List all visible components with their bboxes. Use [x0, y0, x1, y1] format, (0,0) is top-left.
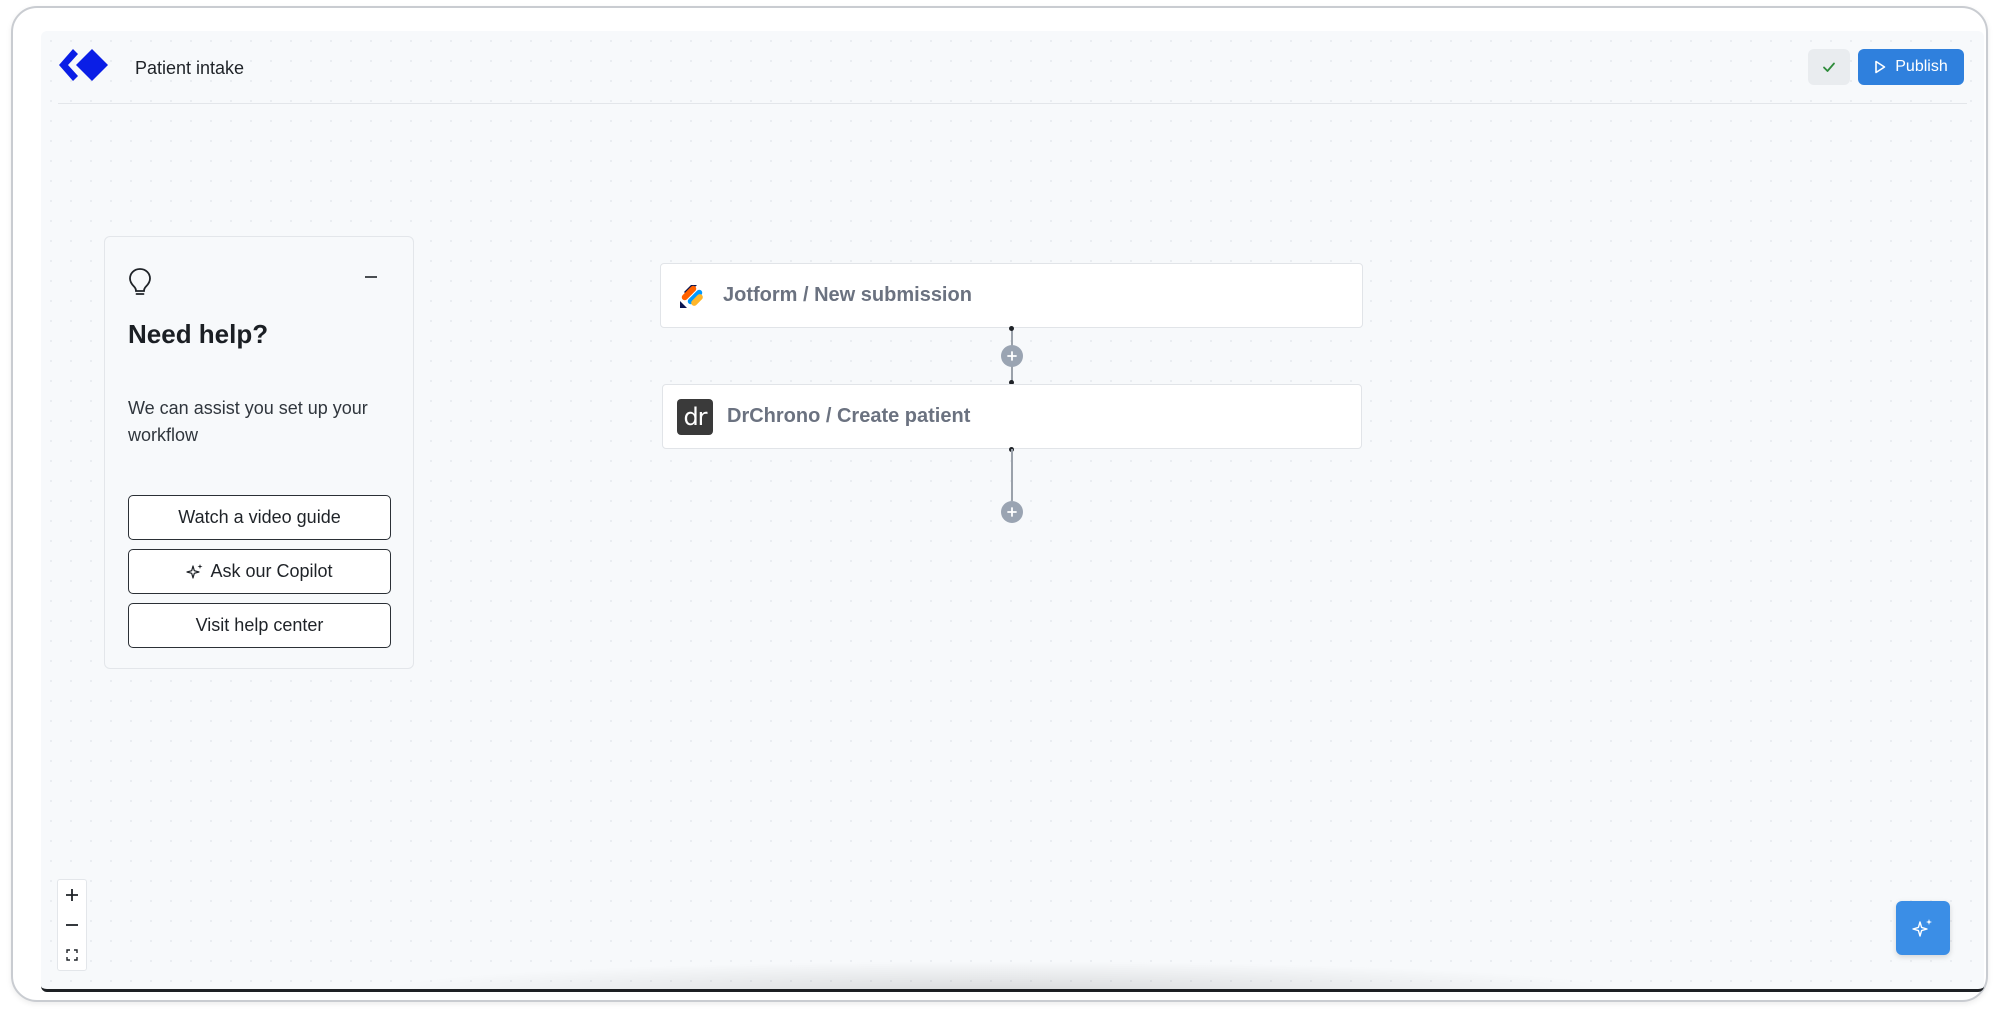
jotform-logo-icon — [680, 284, 703, 308]
connector-line — [1011, 449, 1013, 501]
canvas-shadow — [371, 961, 1631, 991]
zoom-in-button[interactable] — [58, 880, 86, 910]
fit-view-button[interactable] — [58, 940, 86, 970]
ask-copilot-button[interactable]: Ask our Copilot — [128, 549, 391, 594]
plus-circle-icon — [1007, 351, 1017, 361]
fit-view-icon — [66, 949, 78, 961]
help-description: We can assist you set up your workflow — [128, 398, 368, 445]
add-step-button[interactable] — [1001, 345, 1023, 367]
help-panel: Need help? We can assist you set up your… — [104, 236, 414, 669]
workflow-node-trigger[interactable]: Jotform / New submission — [660, 263, 1363, 328]
sparkles-icon — [186, 563, 203, 579]
watch-video-guide-label: Watch a video guide — [178, 507, 341, 527]
minus-icon — [66, 924, 78, 926]
help-title: Need help? — [128, 319, 269, 349]
plus-circle-icon — [1007, 507, 1017, 517]
zoom-out-button[interactable] — [58, 910, 86, 940]
drchrono-logo-text: dr — [683, 402, 707, 431]
ask-copilot-label: Ask our Copilot — [210, 561, 333, 581]
play-icon — [1875, 60, 1886, 74]
window-frame: Patient intake Publish Need help? We can… — [11, 6, 1988, 1002]
visit-help-center-label: Visit help center — [195, 615, 324, 635]
node-label: Jotform / New submission — [723, 284, 972, 306]
drchrono-logo-icon: dr — [677, 398, 713, 435]
workflow-node-action[interactable]: dr DrChrono / Create patient — [662, 384, 1362, 449]
diamond-chevron-logo-icon[interactable] — [58, 47, 110, 83]
connector-dot — [1009, 326, 1014, 331]
checkmark-icon — [1823, 62, 1835, 72]
lightbulb-icon — [129, 268, 151, 295]
workflow-editor: Patient intake Publish Need help? We can… — [41, 31, 1984, 992]
minus-icon — [365, 276, 377, 278]
watch-video-guide-button[interactable]: Watch a video guide — [128, 495, 391, 540]
header-bar: Patient intake Publish — [58, 31, 1967, 104]
workflow-title[interactable]: Patient intake — [135, 58, 244, 79]
zoom-controls — [57, 879, 87, 971]
minimize-button[interactable] — [359, 265, 383, 289]
node-label: DrChrono / Create patient — [727, 405, 971, 427]
copilot-button[interactable] — [1896, 901, 1950, 955]
visit-help-center-button[interactable]: Visit help center — [128, 603, 391, 648]
publish-label: Publish — [1895, 58, 1948, 75]
save-status-button[interactable] — [1808, 49, 1850, 85]
publish-button[interactable]: Publish — [1858, 49, 1964, 85]
plus-icon — [66, 889, 78, 901]
sparkles-icon — [1912, 919, 1932, 937]
add-step-button[interactable] — [1001, 501, 1023, 523]
